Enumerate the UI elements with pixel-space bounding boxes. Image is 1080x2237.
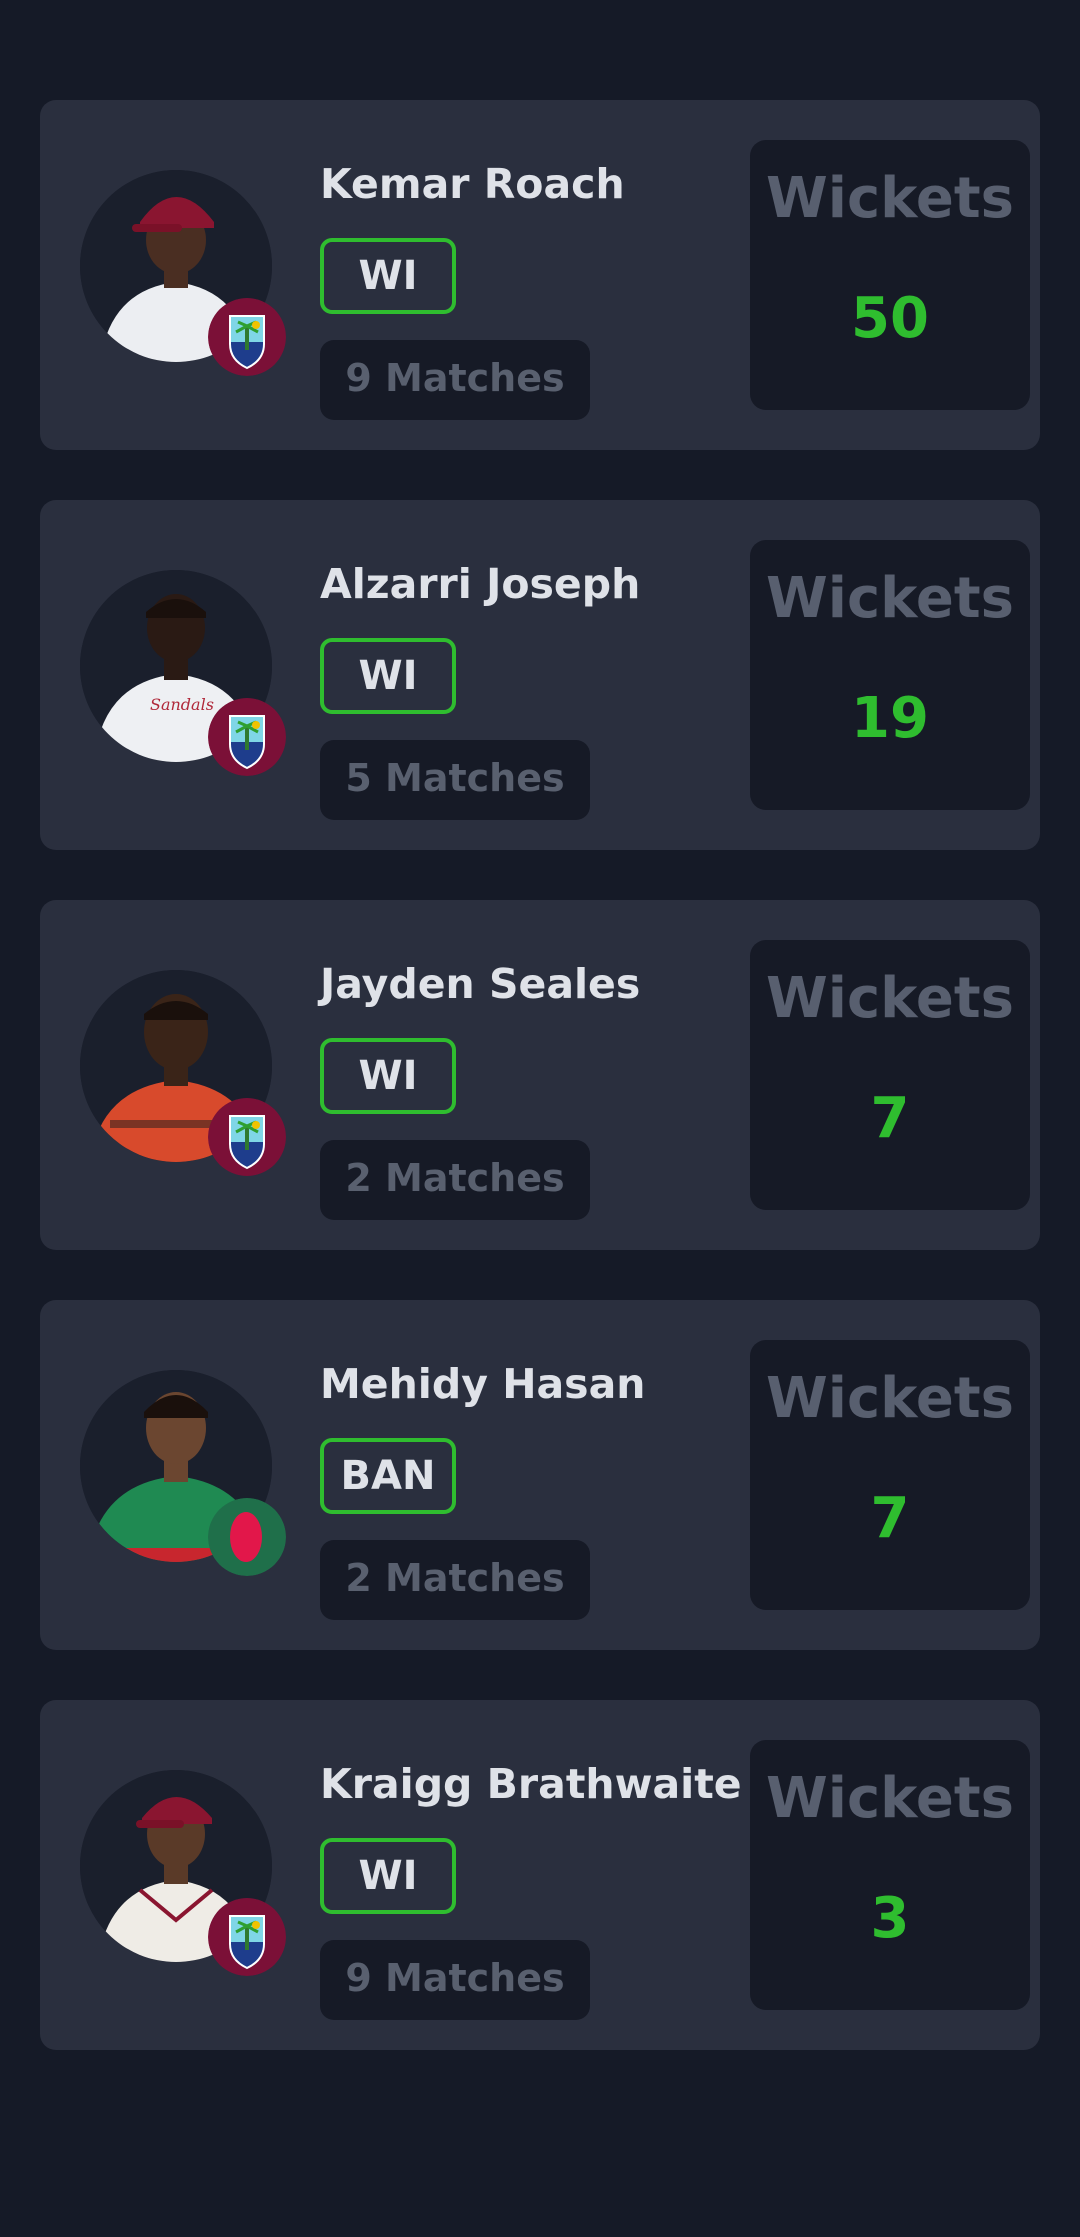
- team-badge: WI: [320, 238, 456, 314]
- avatar: [80, 170, 286, 376]
- player-name: Jayden Seales: [320, 960, 641, 1008]
- avatar: [80, 970, 286, 1176]
- avatar: Sandals: [80, 570, 286, 776]
- avatar: [80, 1770, 286, 1976]
- player-name: Kraigg Brathwaite: [320, 1760, 742, 1808]
- wickets-panel: Wickets 19: [750, 540, 1030, 810]
- player-card[interactable]: Kemar Roach WI 9 Matches Wickets 50: [40, 100, 1040, 450]
- avatar: [80, 1370, 286, 1576]
- wickets-value: 50: [851, 286, 929, 351]
- wickets-panel: Wickets 3: [750, 1740, 1030, 2010]
- wickets-value: 7: [870, 1486, 910, 1551]
- wickets-label: Wickets: [766, 966, 1014, 1031]
- team-badge: WI: [320, 1838, 456, 1914]
- team-badge: WI: [320, 638, 456, 714]
- wickets-panel: Wickets 50: [750, 140, 1030, 410]
- wickets-value: 3: [870, 1886, 910, 1951]
- matches-count: 5 Matches: [320, 740, 590, 820]
- player-stats-list: Kemar Roach WI 9 Matches Wickets 50 Sand…: [40, 100, 1040, 2100]
- wickets-value: 7: [870, 1086, 910, 1151]
- player-card[interactable]: Jayden Seales WI 2 Matches Wickets 7: [40, 900, 1040, 1250]
- matches-count: 9 Matches: [320, 340, 590, 420]
- player-card[interactable]: Mehidy Hasan BAN 2 Matches Wickets 7: [40, 1300, 1040, 1650]
- wickets-label: Wickets: [766, 1766, 1014, 1831]
- wickets-panel: Wickets 7: [750, 940, 1030, 1210]
- wickets-value: 19: [851, 686, 929, 751]
- player-name: Mehidy Hasan: [320, 1360, 646, 1408]
- west-indies-flag-icon: [208, 1898, 286, 1976]
- wickets-panel: Wickets 7: [750, 1340, 1030, 1610]
- west-indies-flag-icon: [208, 698, 286, 776]
- player-name: Kemar Roach: [320, 160, 625, 208]
- player-card[interactable]: Sandals Alzarri Joseph WI 5 Matches Wick…: [40, 500, 1040, 850]
- west-indies-flag-icon: [208, 298, 286, 376]
- team-badge: WI: [320, 1038, 456, 1114]
- player-name: Alzarri Joseph: [320, 560, 641, 608]
- matches-count: 2 Matches: [320, 1540, 590, 1620]
- wickets-label: Wickets: [766, 1366, 1014, 1431]
- wickets-label: Wickets: [766, 166, 1014, 231]
- west-indies-flag-icon: [208, 1098, 286, 1176]
- matches-count: 9 Matches: [320, 1940, 590, 2020]
- player-card[interactable]: Kraigg Brathwaite WI 9 Matches Wickets 3: [40, 1700, 1040, 2050]
- team-badge: BAN: [320, 1438, 456, 1514]
- bangladesh-flag-icon: [208, 1498, 286, 1576]
- matches-count: 2 Matches: [320, 1140, 590, 1220]
- wickets-label: Wickets: [766, 566, 1014, 631]
- svg-text:Sandals: Sandals: [150, 695, 214, 714]
